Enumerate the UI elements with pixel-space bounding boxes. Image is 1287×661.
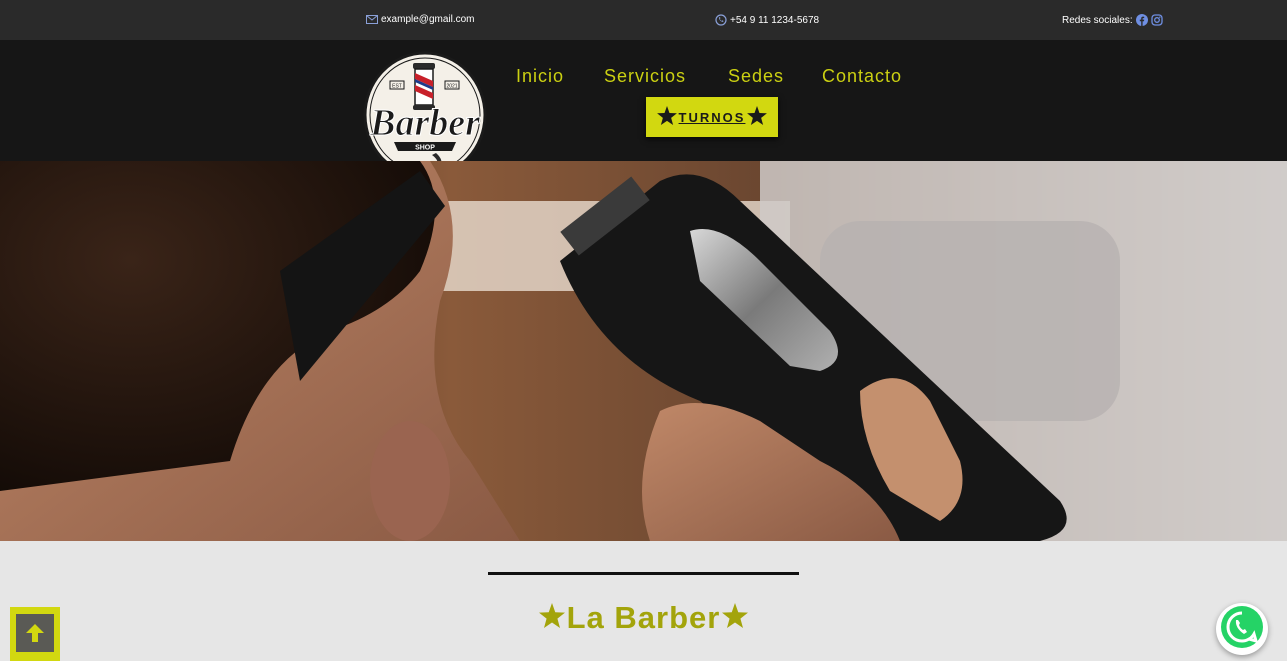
nav-servicios[interactable]: Servicios: [604, 66, 686, 88]
social-label: Redes sociales:: [1062, 14, 1133, 26]
section-divider: [488, 572, 799, 575]
nav-inicio[interactable]: Inicio: [516, 66, 564, 88]
nav-contacto[interactable]: Contacto: [822, 66, 902, 88]
star-icon: [538, 600, 565, 636]
facebook-icon[interactable]: [1135, 14, 1148, 26]
whatsapp-chat-button[interactable]: [1216, 603, 1268, 655]
section-title: La Barber: [0, 600, 1287, 636]
logo-right-year: 2021: [446, 84, 457, 90]
instagram-icon[interactable]: [1150, 14, 1163, 26]
turnos-label: TURNOS: [678, 109, 746, 125]
star-icon: [747, 106, 768, 128]
site-header: [0, 40, 1287, 161]
logo-left-year: EST: [392, 84, 402, 90]
envelope-icon: [366, 15, 378, 24]
phone-link[interactable]: +54 9 11 1234-5678: [715, 14, 819, 26]
top-bar: example@gmail.com +54 9 11 1234-5678 Red…: [0, 0, 1287, 40]
logo-script-text: Barber: [369, 102, 481, 144]
turnos-button[interactable]: TURNOS: [646, 97, 778, 137]
logo-band-text: SHOP: [415, 145, 435, 152]
hero-image: [0, 161, 1287, 541]
section-title-text: La Barber: [566, 600, 721, 635]
nav-sedes[interactable]: Sedes: [728, 66, 784, 88]
arrow-up-icon: [16, 614, 54, 652]
phone-text: +54 9 11 1234-5678: [730, 14, 820, 26]
whatsapp-icon: [1219, 604, 1265, 655]
email-text: example@gmail.com: [381, 14, 475, 25]
star-icon: [656, 106, 677, 128]
scroll-to-top-button[interactable]: [10, 607, 60, 661]
whatsapp-icon: [715, 14, 727, 26]
star-icon: [722, 600, 749, 636]
social-links: Redes sociales:: [1062, 14, 1163, 26]
email-link[interactable]: example@gmail.com: [366, 14, 475, 25]
